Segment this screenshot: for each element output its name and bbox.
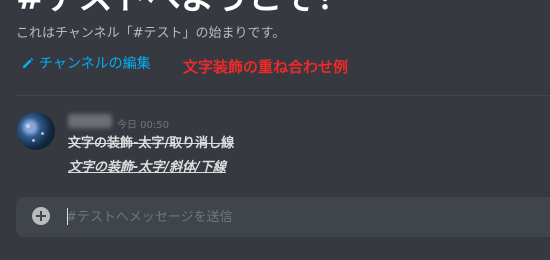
- add-attachment-button[interactable]: [32, 207, 50, 225]
- avatar-sparkle: [26, 124, 30, 128]
- avatar-sparkle: [32, 139, 35, 142]
- channel-welcome-subtitle: これはチャンネル「#テスト」の始まりです。: [16, 26, 286, 41]
- username-redacted[interactable]: [68, 114, 112, 128]
- annotation-text: 文字装飾の重ね合わせ例: [183, 58, 349, 76]
- edit-channel-label: チャンネルの編集: [39, 56, 151, 72]
- message-line-bold-italic-underline: 文字の装飾-太字/斜体/下線: [68, 160, 226, 175]
- edit-channel-link[interactable]: チャンネルの編集: [22, 53, 151, 73]
- pencil-icon: [23, 57, 34, 68]
- avatar[interactable]: [17, 112, 55, 150]
- message-composer: [16, 197, 550, 237]
- chat-view: #テストへようこそ！ これはチャンネル「#テスト」の始まりです。 チャンネルの編…: [0, 0, 550, 260]
- message-line-bold-strikethrough: 文字の装飾-太字/取り消し線: [68, 136, 235, 151]
- message-timestamp: 今日 00:50: [117, 120, 169, 131]
- text-caret: [67, 208, 68, 225]
- divider: [16, 95, 550, 96]
- avatar-sparkle: [41, 132, 44, 135]
- message-input[interactable]: [66, 197, 536, 237]
- channel-welcome-title: #テストへようこそ！: [16, 0, 351, 18]
